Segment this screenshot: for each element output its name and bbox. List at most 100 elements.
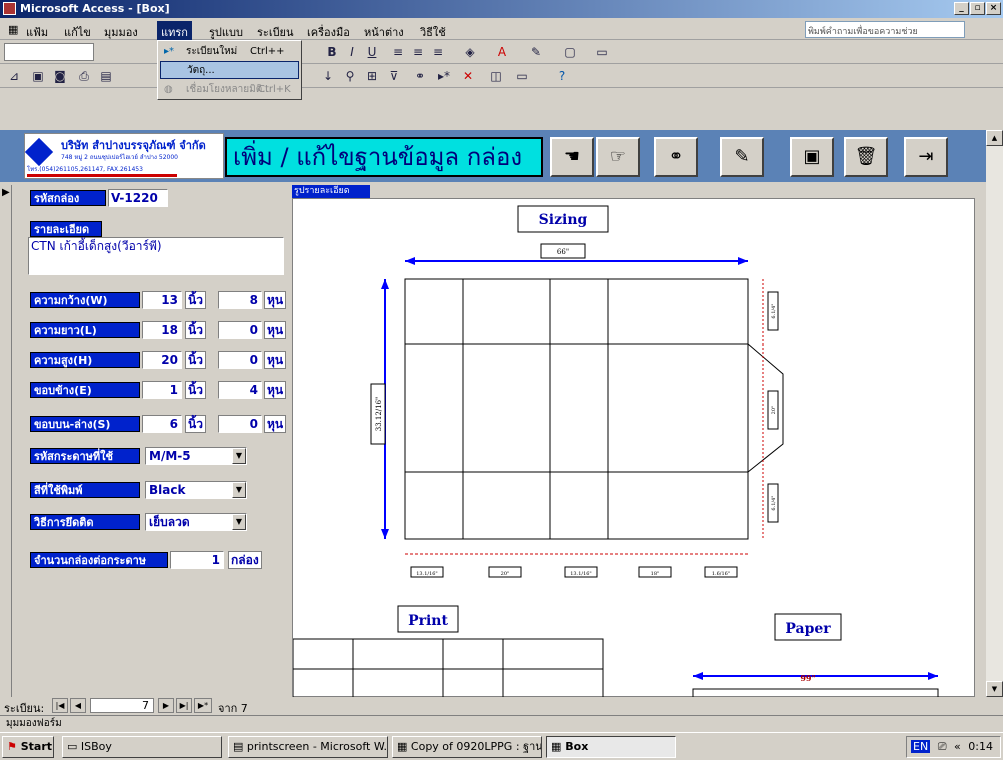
scroll-down-icon[interactable]: ▼ xyxy=(986,681,1003,697)
chevron-down-icon[interactable]: ▼ xyxy=(232,448,246,464)
new-record-nav-button[interactable]: ▶* xyxy=(194,698,212,713)
filter-form-icon[interactable]: ⊞ xyxy=(362,67,382,85)
fill-color-icon[interactable]: ◈ xyxy=(460,43,480,61)
find-record-button[interactable]: ⚭ xyxy=(654,137,698,177)
join-value: เย็บลวด xyxy=(149,515,190,529)
menu-item-object[interactable]: วัตถุ... xyxy=(160,61,299,79)
first-record-button[interactable]: |◀ xyxy=(52,698,68,713)
width-inch-unit: นิ้ว xyxy=(185,291,206,309)
sort-desc-icon[interactable]: ↓ xyxy=(318,67,338,85)
line-color-icon[interactable]: ✎ xyxy=(526,43,546,61)
folder-icon: ▭ xyxy=(67,740,78,753)
save-record-button[interactable]: ▣ xyxy=(790,137,834,177)
help-search-input[interactable]: พิมพ์คำถามเพื่อขอความช่วย xyxy=(805,21,965,38)
join-select[interactable]: เย็บลวด ▼ xyxy=(145,513,247,531)
chevron-down-icon[interactable]: ▼ xyxy=(232,482,246,498)
view-icon[interactable]: ⊿ xyxy=(4,67,24,85)
apply-filter-icon[interactable]: ⊽ xyxy=(384,67,404,85)
window-title: Microsoft Access - [Box] xyxy=(20,2,170,15)
line-width-icon[interactable]: ▭ xyxy=(592,43,612,61)
save-icon[interactable]: ▣ xyxy=(28,67,48,85)
edge-label: ขอบข้าง(E) xyxy=(30,382,140,398)
chevron-down-icon[interactable]: ▼ xyxy=(232,514,246,530)
print-preview-icon[interactable]: ▤ xyxy=(96,67,116,85)
help-icon[interactable]: ? xyxy=(552,67,572,85)
sizing-title: Sizing xyxy=(539,212,588,228)
underline-icon[interactable]: U xyxy=(362,43,382,61)
color-select[interactable]: Black ▼ xyxy=(145,481,247,499)
font-color-icon[interactable]: A xyxy=(492,43,512,61)
vertical-scrollbar[interactable]: ▲ ▼ xyxy=(986,130,1003,697)
align-left-icon[interactable]: ≡ xyxy=(388,43,408,61)
prev-record-button[interactable]: ◀ xyxy=(70,698,86,713)
filter-selection-icon[interactable]: ⚲ xyxy=(340,67,360,85)
next-record-hand-button[interactable]: ☞ xyxy=(596,137,640,177)
height-inch-field[interactable]: 20 xyxy=(142,351,182,369)
bold-icon[interactable]: B xyxy=(322,43,342,61)
arrow-right-icon xyxy=(738,257,748,265)
minimize-button[interactable]: _ xyxy=(954,2,969,15)
delete-record-icon[interactable]: ✕ xyxy=(458,67,478,85)
width-hun-field[interactable]: 8 xyxy=(218,291,262,309)
menu-item-hyperlink[interactable]: ◍ เชื่อมโยงหลายมิติ... Ctrl+K xyxy=(160,81,299,99)
start-button[interactable]: ⚑ Start xyxy=(2,736,54,758)
tray-icon[interactable]: ⎚ xyxy=(938,740,947,753)
edit-record-button[interactable]: ✎ xyxy=(720,137,764,177)
task-box-form[interactable]: ▦ Box xyxy=(546,736,676,758)
topbottom-hun-field[interactable]: 0 xyxy=(218,415,262,433)
record-selector[interactable]: ▶ xyxy=(0,185,12,697)
form-icon[interactable]: ▦ xyxy=(4,21,22,38)
dim-b0-label: 13.1/16" xyxy=(416,571,437,577)
paper-code-select[interactable]: M/M-5 ▼ xyxy=(145,447,247,465)
length-label: ความยาว(L) xyxy=(30,322,140,338)
object-combo[interactable] xyxy=(4,43,94,61)
exit-form-button[interactable]: ⇥ xyxy=(904,137,948,177)
task-word[interactable]: ▤ printscreen - Microsoft W... xyxy=(228,736,388,758)
next-record-button[interactable]: ▶ xyxy=(158,698,174,713)
restore-button[interactable]: ▫ xyxy=(970,2,985,15)
menu-item-shortcut: Ctrl++ xyxy=(250,46,285,57)
length-inch-field[interactable]: 18 xyxy=(142,321,182,339)
last-record-button[interactable]: ▶| xyxy=(176,698,192,713)
edge-hun-field[interactable]: 4 xyxy=(218,381,262,399)
print-table xyxy=(292,638,604,699)
new-record-icon[interactable]: ▸* xyxy=(434,67,454,85)
per-board-field[interactable]: 1 xyxy=(170,551,224,569)
close-button[interactable]: × xyxy=(986,2,1001,15)
task-access-db[interactable]: ▦ Copy of 0920LPPG : ฐาน... xyxy=(392,736,542,758)
print-icon[interactable]: ⎙ xyxy=(74,67,94,85)
border-icon[interactable]: ▢ xyxy=(560,43,580,61)
dim-r2-label: 20" xyxy=(771,406,777,415)
task-isboy[interactable]: ▭ ISBoy xyxy=(62,736,222,758)
topbottom-inch-field[interactable]: 6 xyxy=(142,415,182,433)
tray-expand-icon[interactable]: « xyxy=(954,740,961,753)
record-number-input[interactable]: 7 xyxy=(90,698,154,713)
menu-item-new-record[interactable]: ▸* ระเบียนใหม่ Ctrl++ xyxy=(160,43,299,61)
delete-record-button[interactable]: 🗑 xyxy=(844,137,888,177)
italic-icon[interactable]: I xyxy=(342,43,362,61)
box-code-field[interactable]: V-1220 xyxy=(108,189,168,207)
align-right-icon[interactable]: ≡ xyxy=(428,43,448,61)
database-window-icon[interactable]: ◫ xyxy=(486,67,506,85)
new-object-icon[interactable]: ▭ xyxy=(512,67,532,85)
language-indicator[interactable]: EN xyxy=(911,740,931,753)
scroll-up-icon[interactable]: ▲ xyxy=(986,130,1003,146)
length-hun-field[interactable]: 0 xyxy=(218,321,262,339)
detail-field[interactable]: CTN เก้าอี้เด็กสูง(วีอาร์พี) xyxy=(28,237,284,275)
paper-code-label: รหัสกระดาษที่ใช้ xyxy=(30,448,140,464)
edge-inch-field[interactable]: 1 xyxy=(142,381,182,399)
dim-b4-label: 1.6/16" xyxy=(712,571,730,577)
standard-toolbar: ⊿ ▣ ◙ ⎙ ▤ ↓ ⚲ ⊞ ⊽ ⚭ ▸* ✕ ◫ ▭ ? xyxy=(0,64,1003,88)
find-icon[interactable]: ⚭ xyxy=(410,67,430,85)
width-inch-field[interactable]: 13 xyxy=(142,291,182,309)
insert-menu-dropdown: ▸* ระเบียนใหม่ Ctrl++ วัตถุ... ◍ เชื่อมโ… xyxy=(157,40,302,100)
height-hun-field[interactable]: 0 xyxy=(218,351,262,369)
length-inch-unit: นิ้ว xyxy=(185,321,206,339)
align-center-icon[interactable]: ≡ xyxy=(408,43,428,61)
arrow-left-icon xyxy=(405,257,415,265)
search-file-icon[interactable]: ◙ xyxy=(50,67,70,85)
prev-record-hand-button[interactable]: ☚ xyxy=(550,137,594,177)
box-code-label: รหัสกล่อง xyxy=(30,190,106,206)
arrow-right-icon xyxy=(928,672,938,680)
record-navigation: ระเบียน: |◀ ◀ 7 ▶ ▶| ▶* จาก 7 xyxy=(0,697,1003,715)
